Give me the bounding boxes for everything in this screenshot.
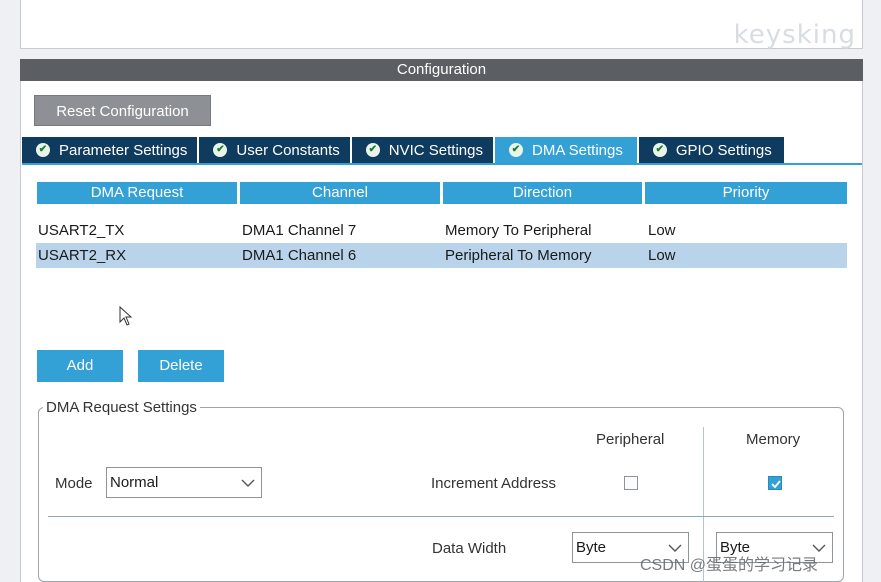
tab-nvic-settings[interactable]: ✔ NVIC Settings: [351, 137, 493, 163]
increment-peripheral-checkbox[interactable]: [624, 476, 638, 490]
reset-configuration-button[interactable]: Reset Configuration: [34, 95, 211, 126]
column-header-priority[interactable]: Priority: [645, 182, 847, 204]
add-button[interactable]: Add: [37, 350, 123, 382]
check-circle-icon: ✔: [509, 143, 523, 157]
mode-select-value: Normal: [110, 474, 159, 491]
table-row[interactable]: USART2_TX DMA1 Channel 7 Memory To Perip…: [36, 218, 847, 243]
tab-label: User Constants: [236, 141, 340, 159]
tab-gpio-settings[interactable]: ✔ GPIO Settings: [638, 137, 784, 163]
cell-channel: DMA1 Channel 6: [242, 247, 357, 264]
mode-label: Mode: [55, 475, 93, 492]
tab-user-constants[interactable]: ✔ User Constants: [199, 137, 350, 163]
tab-underline: [22, 163, 862, 165]
checkmark-icon: [771, 480, 781, 489]
tab-label: GPIO Settings: [675, 141, 772, 159]
check-circle-icon: ✔: [36, 143, 50, 157]
cell-direction: Peripheral To Memory: [445, 247, 592, 264]
cell-priority: Low: [648, 222, 676, 239]
video-watermark: keysking: [733, 20, 856, 50]
cell-direction: Memory To Peripheral: [445, 222, 592, 239]
delete-button[interactable]: Delete: [138, 350, 224, 382]
check-circle-icon: ✔: [652, 143, 667, 157]
check-circle-icon: ✔: [365, 143, 380, 157]
data-width-label: Data Width: [432, 540, 507, 557]
memory-column-label: Memory: [746, 431, 801, 448]
mode-select[interactable]: Normal: [106, 467, 262, 498]
column-header-direction[interactable]: Direction: [443, 182, 642, 204]
dma-table-header: DMA Request Channel Direction Priority: [37, 182, 847, 204]
cell-dma-request: USART2_RX: [38, 247, 127, 264]
tab-label: NVIC Settings: [388, 141, 483, 159]
csdn-watermark: CSDN @蛋蛋的学习记录: [640, 557, 819, 574]
increment-memory-checkbox[interactable]: [768, 476, 782, 490]
cell-dma-request: USART2_TX: [38, 222, 125, 239]
increment-address-label: Increment Address: [431, 475, 557, 492]
app-window: keysking Configuration Reset Configurati…: [0, 0, 881, 582]
check-circle-icon: ✔: [213, 143, 228, 157]
chevron-down-icon: [241, 468, 255, 497]
mouse-pointer-icon: [119, 305, 133, 331]
top-panel: keysking: [20, 0, 863, 50]
data-width-peripheral-value: Byte: [576, 539, 607, 556]
tab-parameter-settings[interactable]: ✔ Parameter Settings: [22, 137, 198, 163]
cell-channel: DMA1 Channel 7: [242, 222, 357, 239]
tab-label: DMA Settings: [532, 141, 623, 159]
group-title: DMA Request Settings: [43, 399, 200, 416]
configuration-title-bar: Configuration: [20, 59, 863, 81]
table-row-selected[interactable]: USART2_RX DMA1 Channel 6 Peripheral To M…: [36, 243, 847, 268]
peripheral-column-label: Peripheral: [596, 431, 665, 448]
cell-priority: Low: [648, 247, 676, 264]
settings-divider: [48, 516, 834, 517]
column-header-channel[interactable]: Channel: [240, 182, 440, 204]
settings-tab-bar: ✔ Parameter Settings ✔ User Constants ✔ …: [22, 137, 786, 163]
tab-label: Parameter Settings: [59, 141, 188, 159]
column-header-dma-request[interactable]: DMA Request: [37, 182, 237, 204]
tab-dma-settings[interactable]: ✔ DMA Settings: [495, 137, 637, 163]
